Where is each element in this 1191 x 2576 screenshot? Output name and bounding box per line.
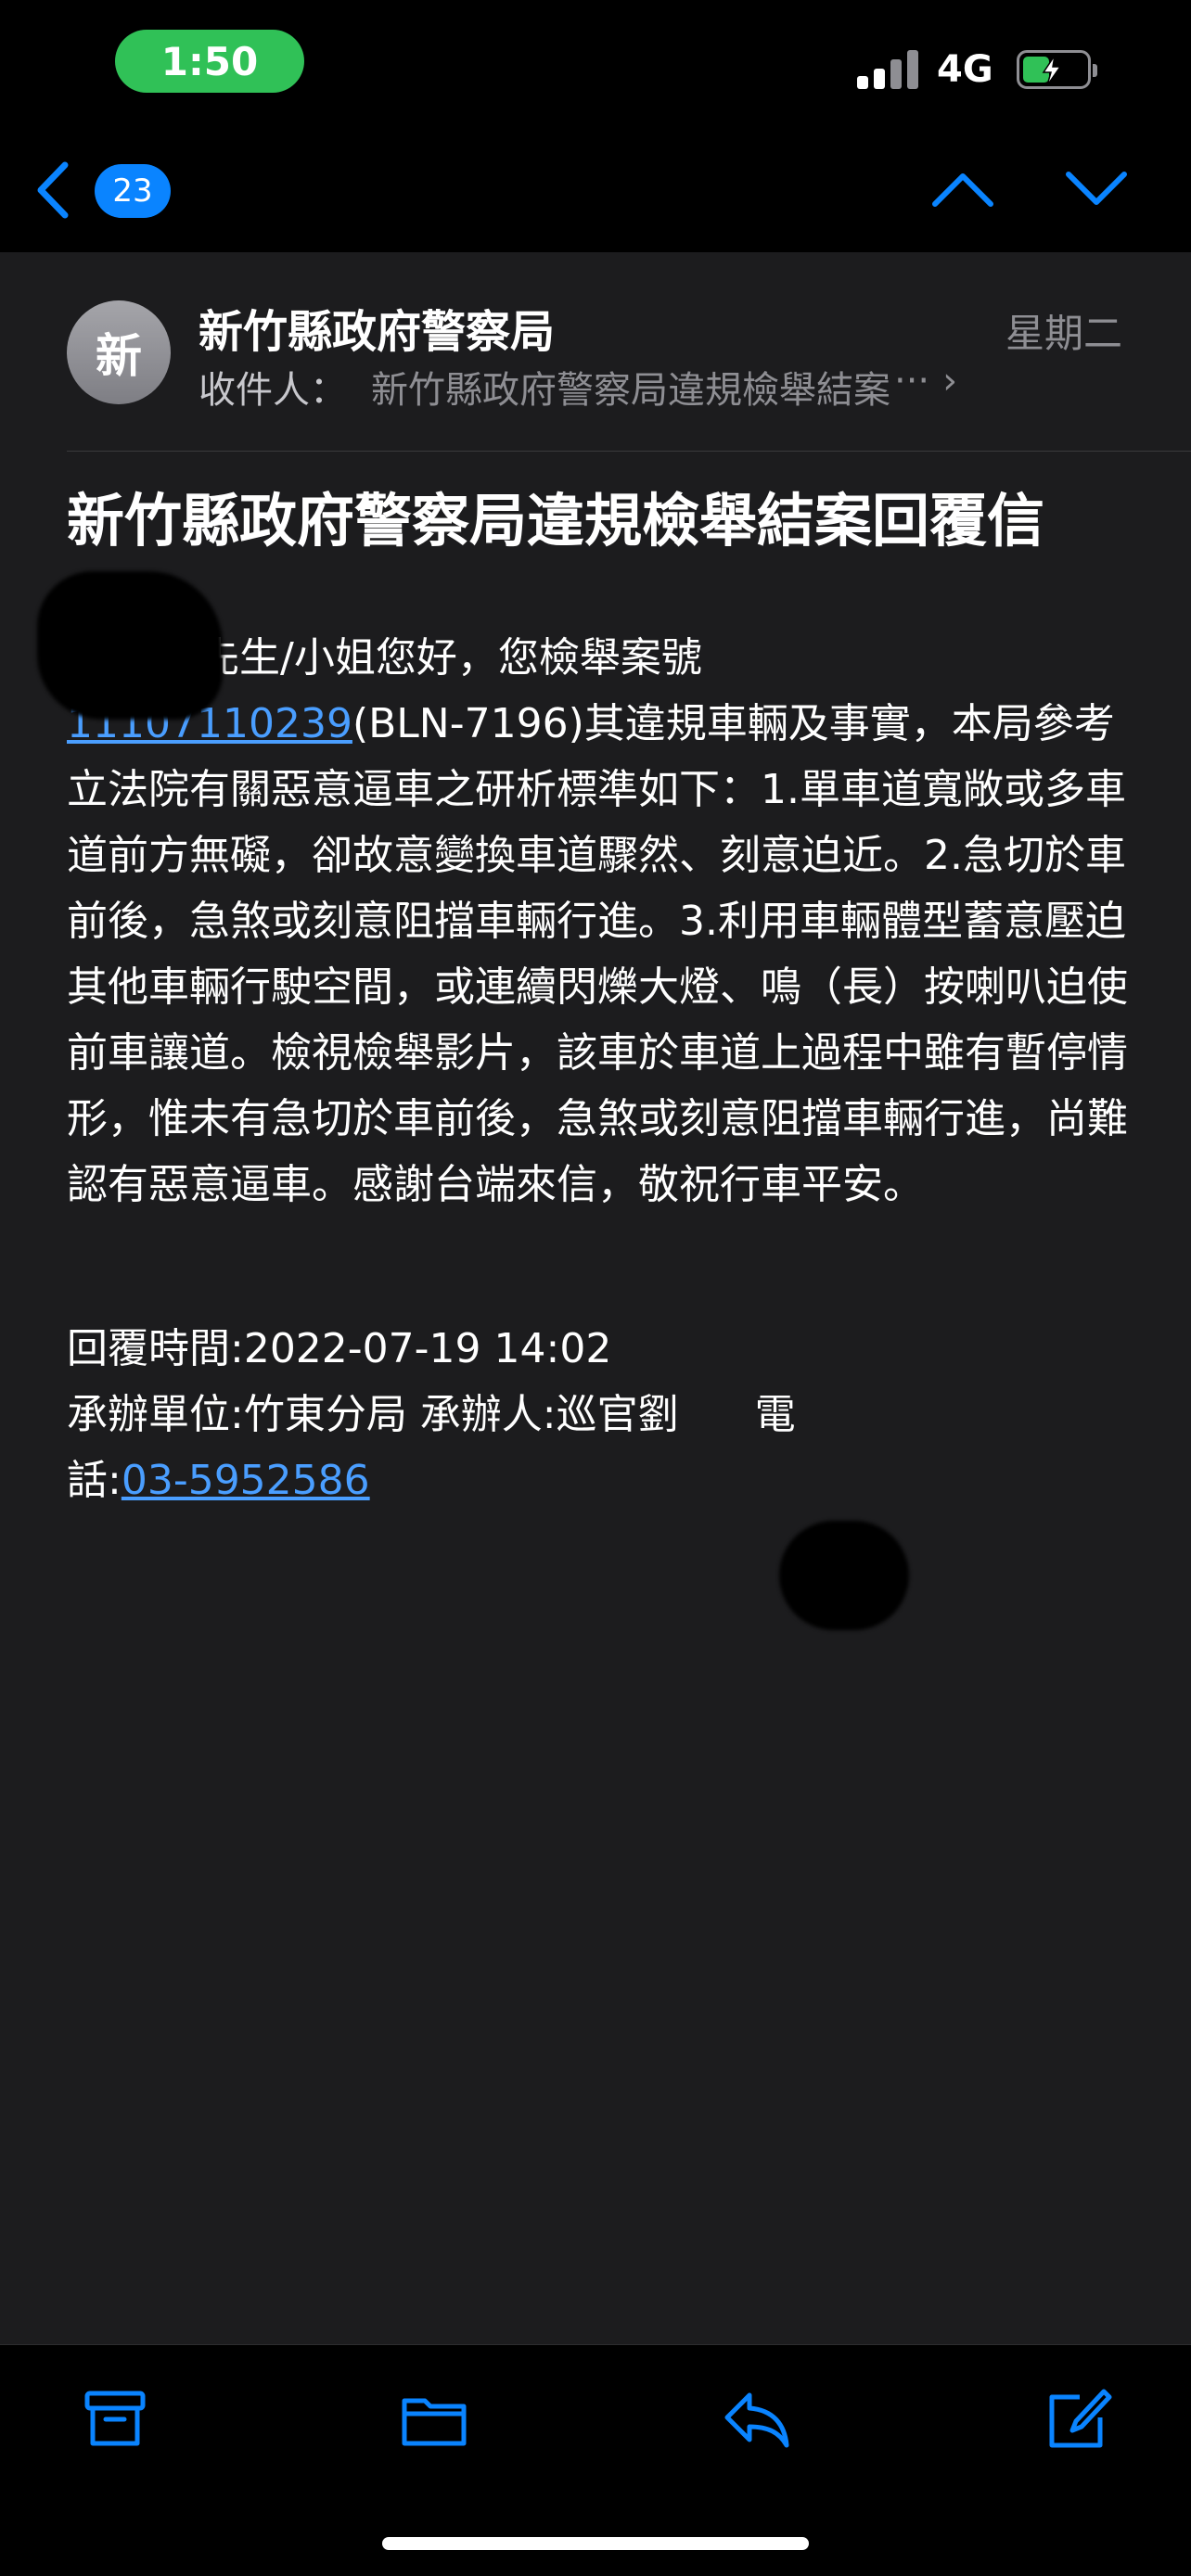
compose-icon[interactable] bbox=[1043, 2388, 1113, 2453]
recipient-row[interactable]: 收件人： 新竹縣政府警察局違規檢舉結案 ··· › bbox=[198, 360, 1126, 414]
handling-unit-text: 承辦單位:竹東分局 承辦人:巡官劉 bbox=[67, 1391, 679, 1438]
message-date: 星期二 bbox=[1005, 311, 1122, 356]
top-bar: 1:50 4G 23 bbox=[0, 0, 1191, 252]
signal-bars-icon bbox=[857, 48, 918, 89]
unread-count-badge[interactable]: 23 bbox=[95, 164, 171, 218]
body-paragraph: 先生/小姐您好，您檢舉案號 11107110239(BLN-7196)其違規車輛… bbox=[67, 625, 1133, 1218]
email-body: 先生/小姐您好，您檢舉案號 11107110239(BLN-7196)其違規車輛… bbox=[67, 625, 1133, 1513]
handling-unit-suffix: 電 bbox=[754, 1391, 796, 1438]
sender-avatar[interactable]: 新 bbox=[67, 300, 171, 404]
archive-icon[interactable] bbox=[80, 2388, 150, 2453]
battery-charging-icon bbox=[1017, 50, 1097, 89]
home-indicator[interactable] bbox=[382, 2537, 809, 2550]
back-chevron-icon[interactable] bbox=[32, 158, 74, 223]
status-time: 1:50 bbox=[115, 30, 304, 93]
redaction-mark bbox=[37, 571, 223, 720]
sender-name[interactable]: 新竹縣政府警察局 bbox=[198, 295, 555, 360]
redaction-mark bbox=[779, 1521, 909, 1630]
phone-link[interactable]: 03-5952586 bbox=[122, 1457, 370, 1504]
phone-label: 話: bbox=[67, 1457, 122, 1504]
email-subject: 新竹縣政府警察局違規檢舉結案回覆信 bbox=[67, 487, 1045, 555]
reply-time: 回覆時間:2022-07-19 14:02 bbox=[67, 1325, 612, 1372]
chevron-right-icon[interactable]: › bbox=[942, 360, 957, 414]
phone-line: 話:03-5952586 bbox=[67, 1447, 1133, 1513]
network-type: 4G bbox=[937, 48, 993, 91]
recipient-label: 收件人： bbox=[198, 369, 347, 412]
folder-icon[interactable] bbox=[399, 2388, 469, 2453]
recipient-ellipsis: ··· bbox=[894, 360, 930, 402]
greeting-text: 先生/小姐您好，您檢舉案號 bbox=[198, 634, 702, 682]
reply-icon[interactable] bbox=[722, 2388, 792, 2453]
next-message-icon[interactable] bbox=[1063, 169, 1130, 210]
body-main-text: (BLN-7196)其違規車輛及事實，本局參考立法院有關惡意逼車之研析標準如下：… bbox=[67, 700, 1128, 1208]
header-divider bbox=[67, 451, 1191, 452]
handling-unit: 承辦單位:竹東分局 承辦人:巡官劉 電 bbox=[67, 1382, 1133, 1447]
previous-message-icon[interactable] bbox=[929, 169, 996, 210]
recipient-value: 新竹縣政府警察局違規檢舉結案 bbox=[371, 369, 890, 412]
